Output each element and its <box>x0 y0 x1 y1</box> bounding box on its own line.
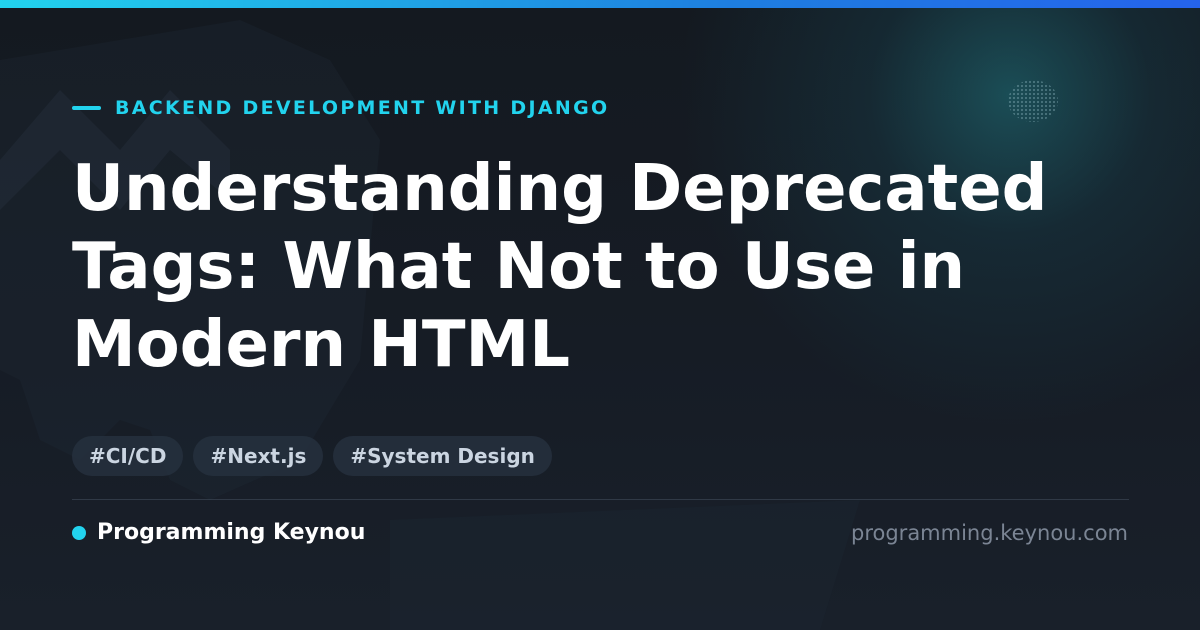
site-url: programming.keynou.com <box>851 521 1128 545</box>
tag-ci-cd: #CI/CD <box>72 436 184 476</box>
tag-system-design: #System Design <box>333 436 552 476</box>
page-title: Understanding Deprecated Tags: What Not … <box>72 152 1048 382</box>
dash-icon <box>72 106 101 110</box>
footer-divider <box>72 499 1129 500</box>
brand-name: Programming Keynou <box>97 520 366 545</box>
social-card: BACKEND DEVELOPMENT WITH DJANGO Understa… <box>0 0 1200 630</box>
tag-list: #CI/CD #Next.js #System Design <box>72 436 552 476</box>
tag-nextjs: #Next.js <box>193 436 324 476</box>
dot-pattern <box>1008 80 1058 122</box>
brand: Programming Keynou <box>72 518 365 548</box>
brand-dot-icon <box>72 526 86 540</box>
category-eyebrow: BACKEND DEVELOPMENT WITH DJANGO <box>72 96 609 120</box>
category-label: BACKEND DEVELOPMENT WITH DJANGO <box>115 97 610 119</box>
